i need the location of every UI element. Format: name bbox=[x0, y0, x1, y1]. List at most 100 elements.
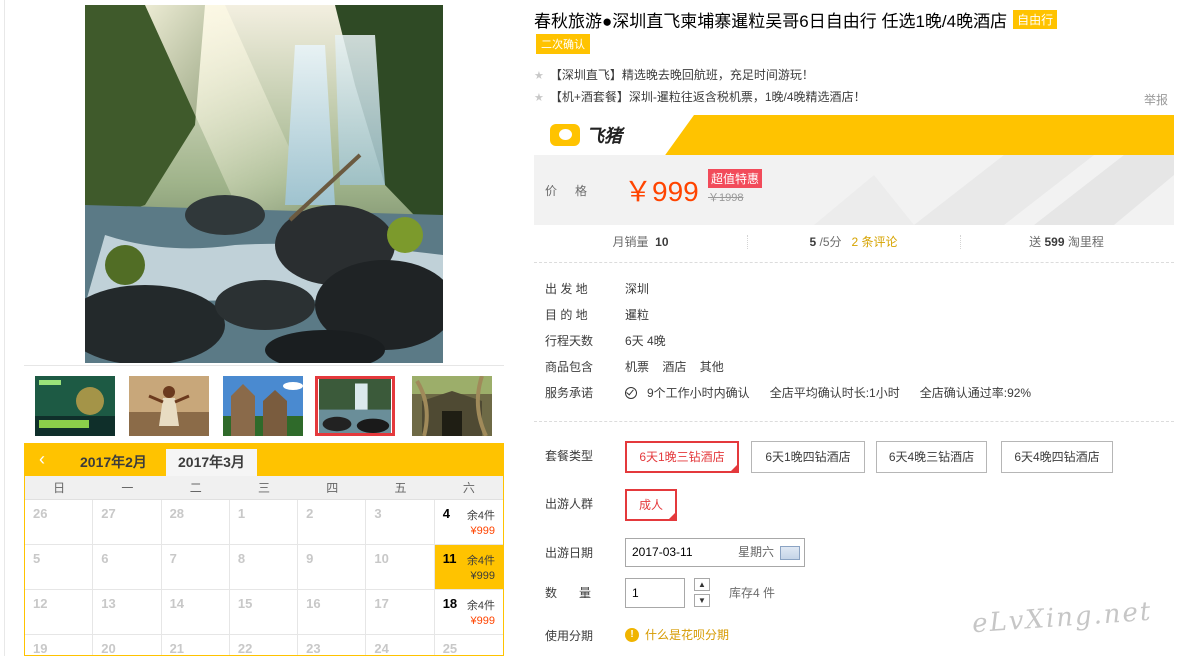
calendar-day-number: 27 bbox=[101, 506, 116, 521]
calendar-day: 7 bbox=[161, 545, 230, 590]
travel-date-weekday: 星期六 bbox=[737, 545, 774, 559]
calendar-day: 22 bbox=[230, 635, 299, 655]
thumb-promo-banner[interactable] bbox=[35, 376, 115, 436]
travel-date-label: 出游日期 bbox=[545, 546, 594, 560]
calendar-day: 20 bbox=[93, 635, 162, 655]
calendar-grid: 26 27 28 1 2 3 4 余4件 ¥999 5 6 7 8 9 10 11 余4件 ¥999 12 13 14 1… bbox=[25, 500, 503, 656]
fliggy-logo: 飞猪 bbox=[550, 123, 622, 147]
package-label: 套餐类型 bbox=[545, 449, 594, 463]
highlight-item: ★ 【机+酒套餐】深圳-暹粒往返含税机票，1晚/4晚精选酒店！ bbox=[534, 88, 866, 105]
quantity-increase-button[interactable]: ▲ bbox=[694, 578, 710, 591]
calendar-day-number: 3 bbox=[374, 506, 382, 521]
travel-date-value: 2017-03-11 bbox=[632, 545, 693, 559]
calendar-day[interactable]: 18 余4件 ¥999 bbox=[434, 590, 503, 635]
calendar-day: 21 bbox=[162, 635, 230, 656]
report-link[interactable]: 举报 bbox=[1144, 91, 1168, 108]
thumb-apsara-dancer[interactable] bbox=[129, 376, 209, 436]
calendar-day-number: 23 bbox=[306, 641, 321, 656]
installment-label: 使用分期 bbox=[545, 629, 594, 643]
weekday-label: 四 bbox=[326, 481, 339, 495]
huabei-link-text: 什么是花呗分期 bbox=[645, 628, 730, 642]
calendar-day[interactable]: 4 余4件 ¥999 bbox=[434, 500, 503, 545]
calendar-day-number: 28 bbox=[169, 506, 185, 521]
crowd-label: 出游人群 bbox=[545, 497, 594, 511]
calendar-day-number: 21 bbox=[169, 641, 185, 656]
calendar-day-number: 8 bbox=[237, 551, 246, 566]
weekday-label: 日 bbox=[53, 481, 66, 495]
main-product-photo bbox=[85, 5, 443, 363]
info-row-duration: 行程天数 6天 4晚 bbox=[545, 331, 666, 349]
calendar-day-stock: 余4件 bbox=[466, 555, 495, 567]
package-option[interactable]: 6天4晚四钻酒店 bbox=[1001, 441, 1113, 473]
huabei-link[interactable]: ! 什么是花呗分期 bbox=[625, 626, 729, 643]
weekday-label: 六 bbox=[462, 481, 475, 495]
quantity-input[interactable]: 1 bbox=[625, 578, 685, 608]
includes-values: 机票 酒店 其他 bbox=[625, 358, 734, 375]
package-option[interactable]: 6天1晚三钻酒店 bbox=[625, 441, 739, 479]
product-title: 春秋旅游●深圳直飞柬埔寨暹粒吴哥6日自由行 任选1晚/4晚酒店 自由行 bbox=[534, 7, 1058, 32]
package-option[interactable]: 6天4晚三钻酒店 bbox=[876, 441, 987, 473]
package-option[interactable]: 6天1晚四钻酒店 bbox=[751, 441, 865, 473]
monthly-sales-label: 月销量 bbox=[612, 235, 649, 249]
calendar-day: 1 bbox=[229, 500, 299, 545]
rating-suffix: /5分 bbox=[819, 235, 842, 249]
thumb-ta-prohm-ruins[interactable] bbox=[412, 376, 492, 436]
points-suffix: 淘里程 bbox=[1067, 235, 1104, 249]
calendar-tab-feb[interactable]: 2017年2月 bbox=[68, 449, 159, 476]
calendar-day: 13 bbox=[93, 590, 162, 635]
highlight-text: 【机+酒套餐】深圳-暹粒往返含税机票，1晚/4晚精选酒店！ bbox=[549, 90, 866, 104]
calendar-day: 5 bbox=[25, 545, 94, 590]
calendar-day-number: 18 bbox=[442, 596, 458, 611]
product-title-text: 春秋旅游●深圳直飞柬埔寨暹粒吴哥6日自由行 任选1晚/4晚酒店 bbox=[534, 12, 1008, 31]
fliggy-pig-icon bbox=[550, 124, 580, 146]
calendar-day-number: 25 bbox=[442, 641, 458, 656]
calendar-day[interactable]: 11 余4件 ¥999 bbox=[434, 545, 503, 590]
calendar-day: 24 bbox=[366, 635, 435, 655]
highlight-text: 【深圳直飞】精选晚去晚回航班，充足时间游玩！ bbox=[549, 68, 814, 82]
calendar-day: 3 bbox=[366, 500, 435, 545]
calendar-icon[interactable] bbox=[780, 546, 800, 560]
weekday-label: 一 bbox=[121, 481, 134, 495]
calendar-day-number: 11 bbox=[442, 551, 457, 566]
star-icon: ★ bbox=[534, 92, 544, 104]
info-icon: ! bbox=[625, 627, 639, 642]
calendar-day-number: 9 bbox=[306, 551, 314, 566]
calendar-day: 27 bbox=[93, 500, 162, 545]
calendar-day-price: ¥999 bbox=[470, 525, 495, 537]
calendar-day-number: 2 bbox=[306, 506, 314, 521]
include-item: 酒店 bbox=[662, 359, 687, 374]
calendar-day: 14 bbox=[161, 590, 230, 635]
weekday-label: 三 bbox=[257, 481, 270, 495]
highlight-item: ★ 【深圳直飞】精选晚去晚回航班，充足时间游玩！ bbox=[534, 66, 814, 83]
thumb-bayon-temple[interactable] bbox=[223, 376, 303, 436]
chevron-left-icon[interactable]: ‹ bbox=[25, 443, 59, 476]
service-item: 全店确认通过率:92% bbox=[919, 385, 1032, 400]
calendar-day: 12 bbox=[25, 590, 94, 635]
calendar-day-price: ¥999 bbox=[470, 570, 495, 582]
points-prefix: 送 bbox=[1029, 235, 1042, 249]
reviews-link[interactable]: 2 条评论 bbox=[852, 235, 898, 249]
original-price: ￥1998 bbox=[708, 192, 744, 204]
star-icon: ★ bbox=[534, 70, 544, 82]
calendar-day-number: 15 bbox=[237, 596, 253, 611]
thumb-waterfall[interactable] bbox=[315, 376, 395, 436]
travel-date-field[interactable]: 2017-03-11 星期六 bbox=[625, 538, 805, 567]
crowd-option[interactable]: 成人 bbox=[625, 489, 677, 527]
price-label: 价格 bbox=[545, 184, 606, 198]
calendar-day: 28 bbox=[161, 500, 230, 545]
calendar-day-number: 26 bbox=[33, 506, 48, 521]
calendar-tab-mar[interactable]: 2017年3月 bbox=[166, 449, 257, 476]
divider bbox=[534, 262, 1174, 263]
info-label: 出 发 地 bbox=[545, 281, 588, 296]
service-item: 全店平均确认时长:1小时 bbox=[769, 385, 900, 400]
info-value: 6天 4晚 bbox=[625, 333, 666, 348]
divider bbox=[534, 421, 1174, 422]
quantity-decrease-button[interactable]: ▼ bbox=[694, 594, 710, 607]
calendar-day-number: 6 bbox=[101, 551, 109, 566]
info-row-service: 服务承诺 9个工作小时内确认 全店平均确认时长:1小时 全店确认通过率:92% bbox=[545, 383, 1041, 401]
calendar-day-number: 17 bbox=[374, 596, 389, 611]
reward-points: 送 599 淘里程 bbox=[960, 228, 1173, 256]
calendar-day: 26 bbox=[25, 500, 94, 545]
current-price: ￥999 bbox=[624, 176, 699, 207]
calendar-day: 8 bbox=[229, 545, 299, 590]
